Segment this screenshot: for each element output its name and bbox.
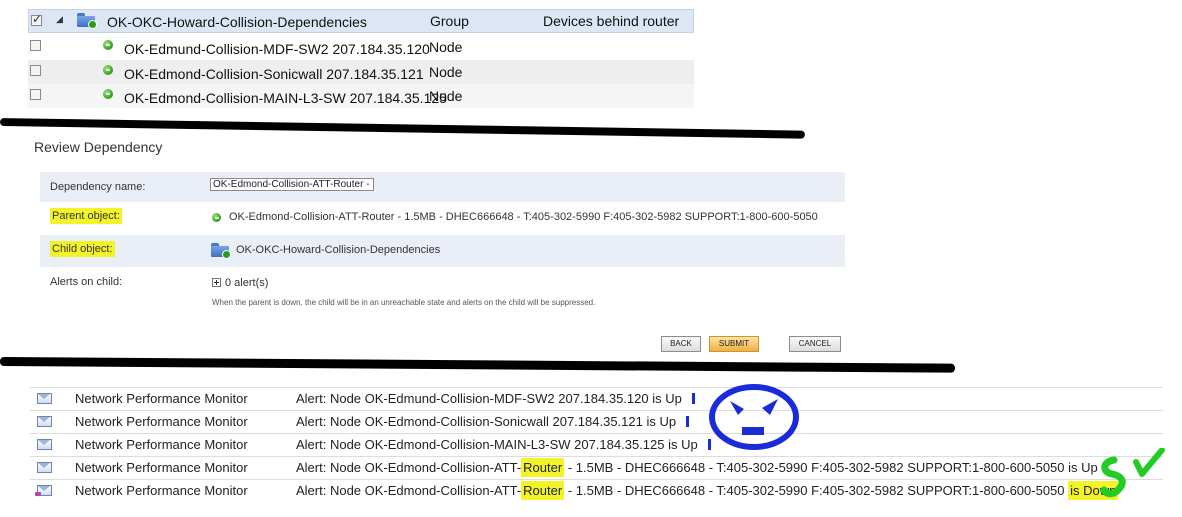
alert-row[interactable]: Network Performance Monitor Alert: Node … [30,456,1163,479]
alerts-on-child-value[interactable]: 0 alert(s) [212,277,268,289]
parent-object-row: Parent object: OK-Edmond-Collision-ATT-R… [40,202,845,235]
review-title: Review Dependency [34,139,163,155]
expand-plus-icon[interactable] [212,278,221,287]
annotation-mark [686,416,690,427]
alerts-on-child-row: Alerts on child: 0 alert(s) [40,268,845,314]
annotation-divider [0,118,805,139]
group-row[interactable]: ◢ OK-OKC-Howard-Collision-Dependencies G… [28,9,694,33]
angry-face-annotation-icon [709,384,799,450]
alert-source: Network Performance Monitor [75,391,248,406]
child-object-value: OK-OKC-Howard-Collision-Dependencies [236,244,441,256]
node-row[interactable]: OK-Edmund-Collision-MDF-SW2 207.184.35.1… [28,35,694,59]
node-name[interactable]: OK-Edmond-Collision-Sonicwall 207.184.35… [124,66,424,82]
alert-row[interactable]: Network Performance Monitor Alert: Node … [30,410,1163,433]
status-up-icon [103,40,113,50]
status-up-icon [212,213,221,222]
dependency-name-input[interactable] [210,178,374,191]
node-type: Node [429,64,463,80]
group-type: Group [430,13,469,29]
annotation-mark [691,393,695,404]
alert-source: Network Performance Monitor [75,460,248,475]
node-type: Node [429,88,463,104]
node-name[interactable]: OK-Edmund-Collision-MDF-SW2 207.184.35.1… [124,41,430,57]
envelope-icon [37,462,52,473]
alert-message: Alert: Node OK-Edmond-Collision-ATT- Rout… [296,481,1119,500]
alert-message: Alert: Node OK-Edmond-Collision-Sonicwal… [296,414,690,429]
alert-source: Network Performance Monitor [75,483,248,498]
alert-source: Network Performance Monitor [75,437,248,452]
back-button[interactable]: BACK [661,336,701,352]
collapse-triangle-icon[interactable]: ◢ [56,14,63,25]
node-type: Node [429,39,463,55]
annotation-divider [0,357,956,373]
parent-object-label: Parent object: [50,208,122,224]
alert-message: Alert: Node OK-Edmond-Collision-ATT- Rout… [296,458,1098,477]
row-checkbox[interactable] [31,12,42,26]
submit-button[interactable]: SUBMIT [709,336,759,352]
folder-group-icon [77,13,97,29]
alert-row[interactable]: Network Performance Monitor Alert: Node … [30,479,1163,502]
folder-group-icon [211,243,231,259]
dependency-name-row: Dependency name: [40,172,845,202]
child-object-row: Child object: OK-OKC-Howard-Collision-De… [40,235,845,267]
row-checkbox[interactable] [30,65,41,76]
envelope-alert-icon [35,485,52,496]
alert-message: Alert: Node OK-Edmond-Collision-MAIN-L3-… [296,437,711,452]
envelope-icon [37,393,52,404]
child-object-label: Child object: [50,241,115,257]
alert-source: Network Performance Monitor [75,414,248,429]
green-check-annotation-icon [1100,448,1165,498]
suppression-note: When the parent is down, the child will … [212,298,596,307]
envelope-icon [37,439,52,450]
cancel-button[interactable]: CANCEL [789,336,841,352]
alert-row[interactable]: Network Performance Monitor Alert: Node … [30,433,1163,456]
envelope-icon [37,416,52,427]
dependency-name-label: Dependency name: [50,181,146,193]
status-up-icon [103,65,113,75]
parent-object-value: OK-Edmond-Collision-ATT-Router - 1.5MB -… [229,211,818,223]
node-row[interactable]: OK-Edmond-Collision-MAIN-L3-SW 207.184.3… [28,84,694,108]
group-description: Devices behind router [543,13,680,29]
status-up-icon [103,89,113,99]
alert-message: Alert: Node OK-Edmund-Collision-MDF-SW2 … [296,391,695,406]
row-checkbox[interactable] [30,89,41,100]
alert-row[interactable]: Network Performance Monitor Alert: Node … [30,387,1163,410]
row-checkbox[interactable] [30,40,41,51]
node-row[interactable]: OK-Edmond-Collision-Sonicwall 207.184.35… [28,60,694,84]
alerts-on-child-label: Alerts on child: [50,276,123,288]
group-name[interactable]: OK-OKC-Howard-Collision-Dependencies [107,14,367,30]
node-name[interactable]: OK-Edmond-Collision-MAIN-L3-SW 207.184.3… [124,90,447,106]
